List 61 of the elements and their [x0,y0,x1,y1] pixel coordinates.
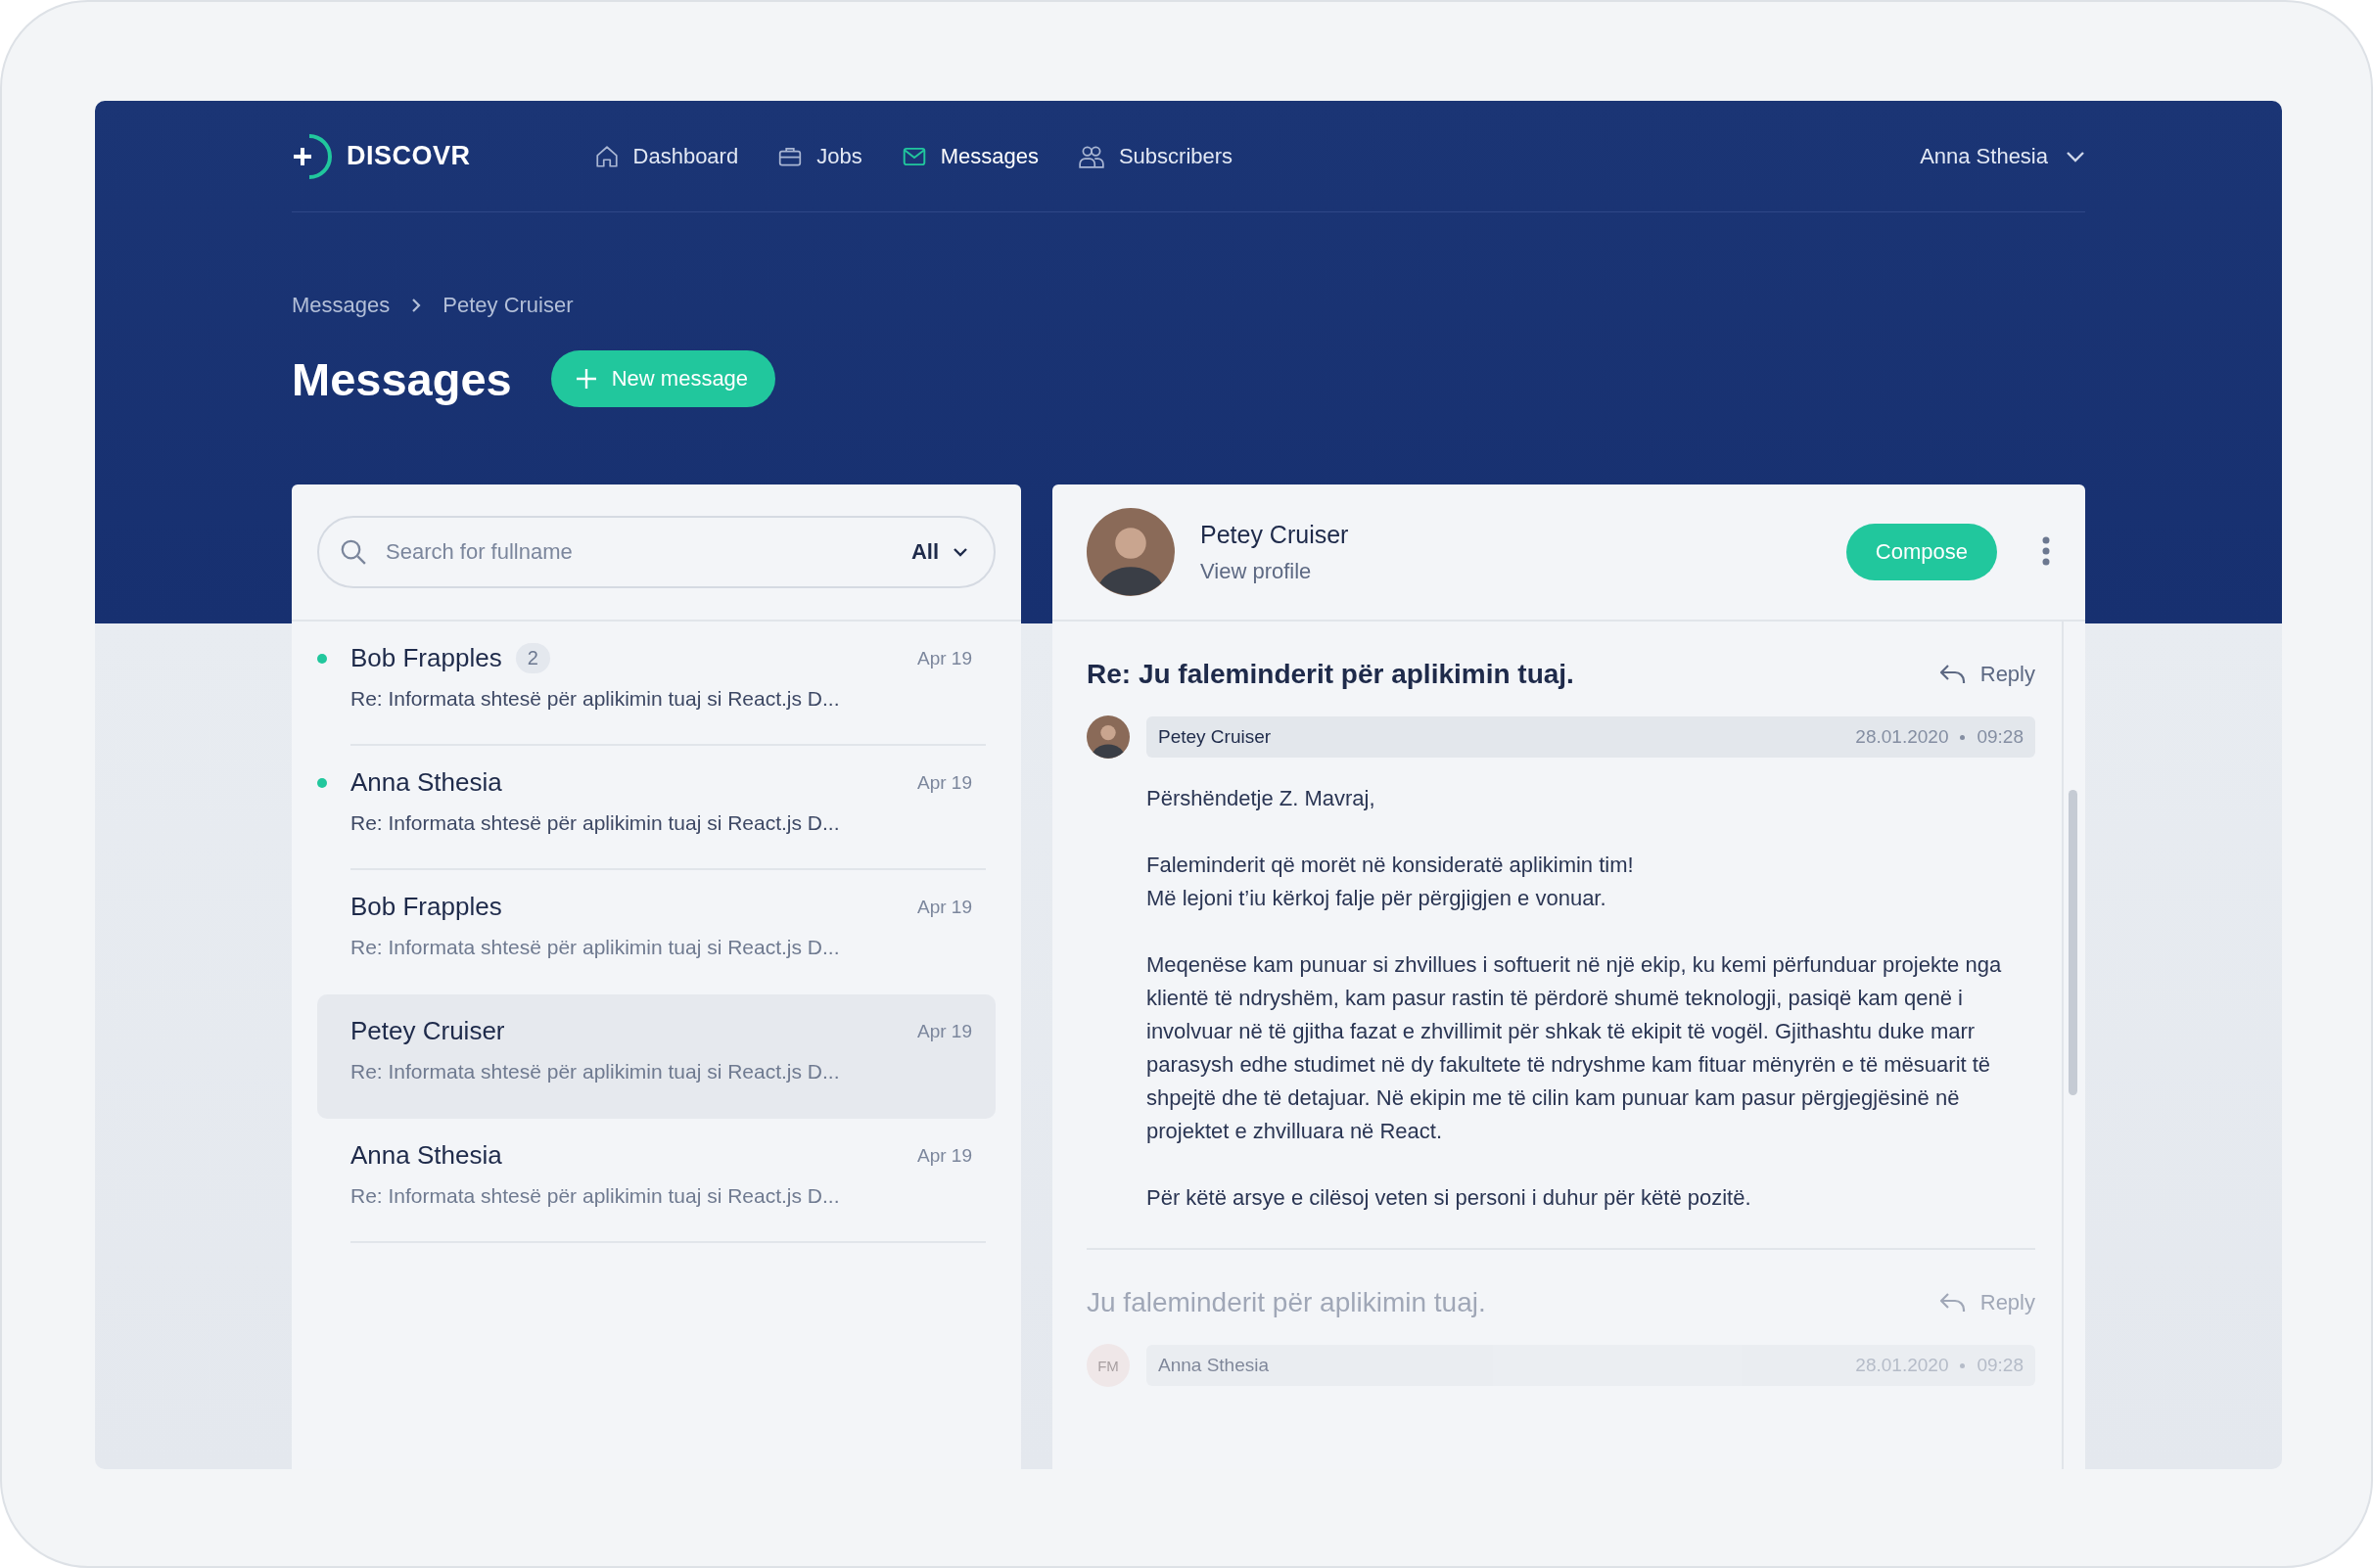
contact-name: Petey Cruiser [350,1016,505,1046]
message-paragraph: Meqenëse kam punuar si zhvillues i softuerit në një ekip, ku kemi përfunduar projekte nga klientë të ndryshëm, kam pasur rastin të përdorë shumë teknologji, pasiqë kam qenë i involvuar në të gjitha fazat e zhvillimit për shkak të ekipit të vogël. Gjithashtu duke marr parasysh edhe studimet në dy fakultete të ndryshme kam fituar mënyrën e të mësuarit të shpejtë dhe të detajuar. Në ekipin me të cilin kam punuar kam pasur përgjegjësinë në projektet e zhvilluara në React. [1146,951,2003,1145]
user-menu[interactable]: Anna Sthesia [1920,143,2085,169]
chevron-down-icon [2066,150,2085,162]
message-date: 28.01.2020 [1855,726,1949,748]
separator-dot [1960,1362,1966,1368]
avatar-photo [1087,715,1130,759]
message-time: 09:28 [1977,726,2024,748]
message-paragraph: Faleminderit që morët në konsideratë aplikimin tim! Më lejoni t’iu kërkoj falje për përgjigjen e vonuar. [1146,852,1635,912]
message-date: Apr 19 [917,1020,972,1042]
count-badge: 2 [515,643,550,673]
more-options-icon [2042,535,2050,566]
contact-name: Anna Sthesia [350,1140,502,1171]
search-field[interactable]: Search for fullname All [317,516,996,588]
contact-name: Bob Frapples [350,643,502,673]
message-paragraph: Për këtë arsye e cilësoj veten si personi i duhur për këtë pozitë. [1146,1184,1752,1212]
nav-tab[interactable]: Jobs [777,143,862,169]
message-date: Apr 19 [917,1144,972,1167]
search-icon [339,537,368,567]
plus-icon [574,367,598,391]
people-icon [1077,143,1105,169]
nav-tab[interactable]: Dashboard [593,143,739,169]
contact-name: Petey Cruiser [1200,520,1350,549]
reply-icon [1938,1292,1967,1314]
contact-name: Bob Frapples [350,892,502,922]
view-profile-link[interactable]: View profile [1200,558,1821,584]
unread-dot [317,777,327,788]
reply-icon [1938,664,1967,685]
message-date: Apr 19 [917,771,972,794]
message-subject: Ju faleminderit për aplikimin tuaj. [1087,1287,1486,1318]
scrollbar-thumb[interactable] [2069,790,2077,1095]
nav-tab[interactable]: Messages [901,143,1039,169]
separator-dot [1960,734,1966,740]
reply-button[interactable]: Reply [1938,662,2035,687]
conversation-item[interactable]: Bob Frapples Apr 19 Re: Informata shtesë për aplikimin tuaj si React.js D... [317,870,996,994]
contact-name: Anna Sthesia [350,767,502,798]
brand-name: DISCOVR [347,141,471,171]
message-preview: Re: Informata shtesë për aplikimin tuaj si React.js D... [350,1060,841,1084]
nav-tab[interactable]: Subscribers [1077,143,1233,169]
conversation-item[interactable]: Anna Sthesia Apr 19 Re: Informata shtesë për aplikimin tuaj si React.js D... [317,746,996,870]
message-date: Apr 19 [917,647,972,669]
message-subject: Re: Ju faleminderit për aplikimin tuaj. [1087,659,1574,690]
unread-dot [317,653,327,664]
conversation-item[interactable]: Petey Cruiser Apr 19 Re: Informata shtesë për aplikimin tuaj si React.js D... [317,994,996,1119]
message-paragraph: Përshëndetje Z. Mavraj, [1146,785,1376,812]
avatar-initials: FM [1087,1344,1130,1387]
message-date: Apr 19 [917,896,972,918]
sender-name: Anna Sthesia [1158,1355,1270,1376]
message-preview: Re: Informata shtesë për aplikimin tuaj si React.js D... [350,687,841,711]
chevron-down-icon [953,547,968,557]
message-preview: Re: Informata shtesë për aplikimin tuaj si React.js D... [350,1184,841,1208]
message-preview: Re: Informata shtesë për aplikimin tuaj si React.js D... [350,811,841,835]
page-title: Messages [292,351,512,406]
chevron-right-icon [411,298,422,313]
breadcrumb-current: Petey Cruiser [442,293,574,318]
breadcrumb-link[interactable]: Messages [292,293,391,318]
message-preview: Re: Informata shtesë për aplikimin tuaj si React.js D... [350,936,841,959]
filter-dropdown[interactable]: All [910,539,968,565]
conversation-item[interactable]: Anna Sthesia Apr 19 Re: Informata shtesë për aplikimin tuaj si React.js D... [317,1119,996,1243]
sender-name: Petey Cruiser [1158,726,1272,748]
conversation-item[interactable]: Bob Frapples 2 Apr 19 Re: Informata shtesë për aplikimin tuaj si React.js D... [317,622,996,746]
